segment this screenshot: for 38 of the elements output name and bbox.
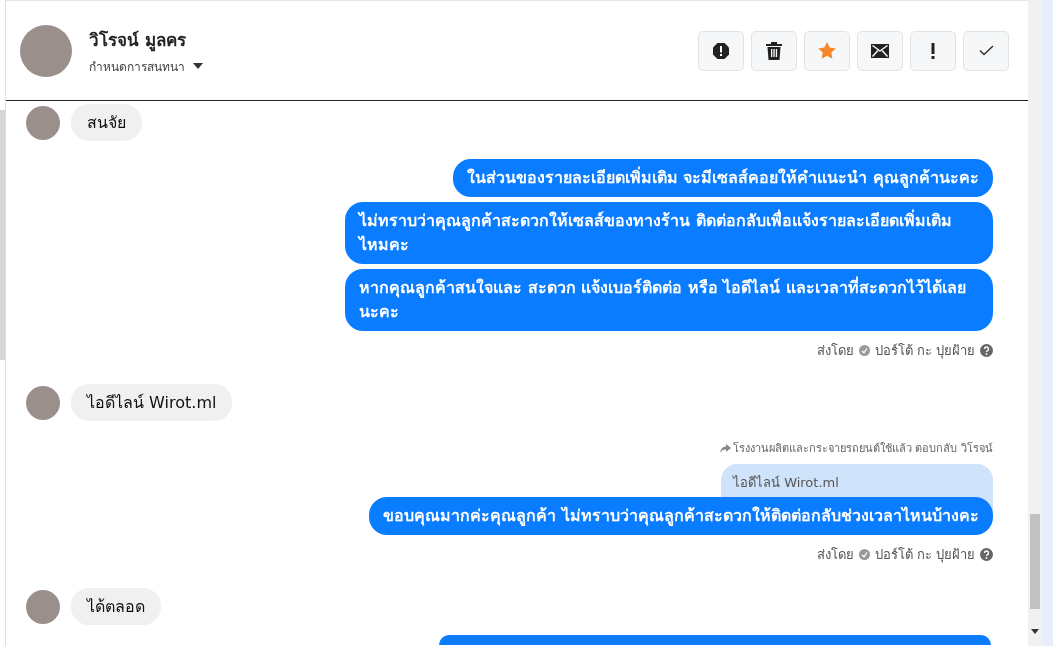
report-button[interactable] bbox=[698, 30, 744, 71]
message-bubble: ได้ตลอด bbox=[71, 588, 161, 625]
delete-button[interactable] bbox=[751, 30, 797, 71]
sent-by-label: ส่งโดย bbox=[816, 546, 854, 564]
caret-icon[interactable] bbox=[193, 63, 203, 69]
sender-avatar bbox=[26, 105, 60, 140]
star-icon bbox=[818, 42, 836, 59]
help-icon bbox=[980, 548, 993, 561]
help-icon bbox=[980, 344, 993, 357]
scrollbar-thumb[interactable] bbox=[1030, 514, 1040, 609]
mail-button[interactable] bbox=[857, 30, 903, 71]
contact-name: วิโรจน์ มูลคร bbox=[89, 28, 187, 53]
message-bubble: ขอบคุณมากค่ะคุณลูกค้า ไม่ทราบว่าคุณลูกค้าสะดวกให้ติดต่อกลับช่วงเวลาไหนบ้างคะ bbox=[369, 497, 993, 535]
star-button[interactable] bbox=[804, 30, 850, 71]
message-bubble: ไม่ทราบว่าคุณลูกค้าสะดวกให้เซลส์ของทางร้าน ติดต่อกลับเพื่อแจ้งรายละเอียดเพิ่มเติมไหมคะ bbox=[345, 202, 993, 264]
reply-note: โรงงานผลิตและกระจายรถยนต์ใช้แล้ว ตอบกลับ วิโรจน์ bbox=[733, 441, 993, 457]
sender-avatar bbox=[26, 385, 60, 420]
sender-name: ปอร์โต้ กะ ปุยฝ้าย bbox=[874, 342, 975, 361]
conversation-settings-link[interactable]: กำหนดการสนทนา bbox=[89, 56, 185, 76]
reply-arrow-icon bbox=[720, 443, 731, 453]
message-bubble: หากคุณลูกค้าสนใจและ สะดวก แจ้งเบอร์ติดต่อ หรือ ไอดีไลน์ และเวลาที่สะดวกไว้ได้เลยนะคะ bbox=[345, 269, 993, 331]
message-bubble: สนจัย bbox=[71, 104, 142, 141]
contact-avatar bbox=[20, 24, 72, 77]
exclamation-icon bbox=[931, 42, 935, 59]
sender-name: ปอร์โต้ กะ ปุยฝ้าย bbox=[874, 546, 975, 565]
alert-icon bbox=[712, 41, 730, 60]
sent-by-label: ส่งโดย bbox=[816, 342, 854, 360]
sender-avatar bbox=[26, 589, 60, 624]
check-icon bbox=[978, 45, 994, 56]
scrollbar-thumb[interactable] bbox=[0, 110, 5, 360]
scroll-down-icon[interactable] bbox=[1031, 629, 1039, 634]
mail-icon bbox=[871, 43, 889, 58]
check-circle-icon bbox=[858, 549, 870, 560]
important-button[interactable] bbox=[910, 30, 956, 71]
message-bubble: ในส่วนของรายละเอียดเพิ่มเติม จะมีเซลส์คอยให้คำแนะนำ คุณลูกค้านะคะ bbox=[452, 159, 993, 197]
check-circle-icon bbox=[858, 345, 870, 356]
trash-icon bbox=[766, 41, 782, 60]
message-bubble: ไอดีไลน์ Wirot.ml bbox=[71, 384, 233, 421]
